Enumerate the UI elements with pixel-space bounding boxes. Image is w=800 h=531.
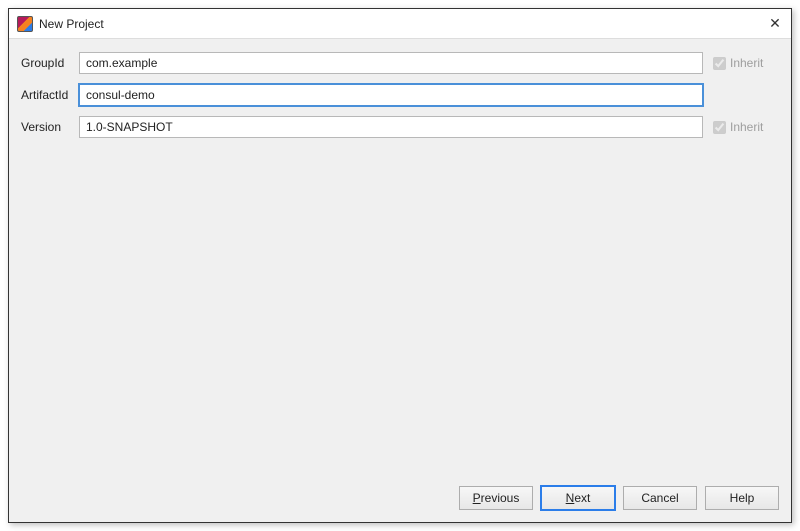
cancel-button[interactable]: Cancel (623, 486, 697, 510)
form-area: GroupId Inherit ArtifactId Version Inher… (9, 39, 791, 476)
close-icon[interactable]: ✕ (767, 16, 783, 32)
next-button[interactable]: Next (541, 486, 615, 510)
button-bar: Previous Next Cancel Help (9, 476, 791, 522)
artifactid-label: ArtifactId (21, 88, 79, 102)
groupid-inherit-label: Inherit (730, 56, 763, 70)
new-project-dialog: New Project ✕ GroupId Inherit ArtifactId… (8, 8, 792, 523)
previous-button[interactable]: Previous (459, 486, 533, 510)
groupid-inherit: Inherit (713, 56, 779, 70)
app-icon (17, 16, 33, 32)
titlebar: New Project ✕ (9, 9, 791, 39)
window-title: New Project (39, 17, 767, 31)
groupid-inherit-checkbox (713, 57, 726, 70)
version-row: Version Inherit (21, 115, 779, 139)
help-button[interactable]: Help (705, 486, 779, 510)
groupid-label: GroupId (21, 56, 79, 70)
version-label: Version (21, 120, 79, 134)
groupid-row: GroupId Inherit (21, 51, 779, 75)
version-inherit-checkbox (713, 121, 726, 134)
version-input[interactable] (79, 116, 703, 138)
groupid-input[interactable] (79, 52, 703, 74)
artifactid-row: ArtifactId (21, 83, 779, 107)
version-inherit-label: Inherit (730, 120, 763, 134)
version-inherit: Inherit (713, 120, 779, 134)
artifactid-input[interactable] (79, 84, 703, 106)
